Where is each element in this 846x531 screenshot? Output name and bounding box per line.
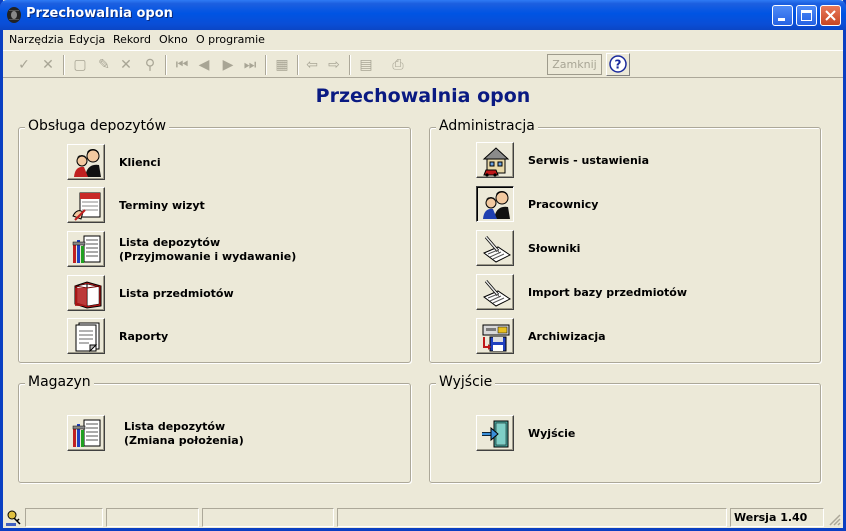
toolbar-separator [63, 55, 65, 75]
menu-rekord[interactable]: Rekord [113, 33, 151, 46]
window-title: Przechowalnia opon [26, 6, 173, 21]
toolbar-separator [349, 55, 351, 75]
pracownicy-label: Pracownicy [528, 198, 599, 211]
title-bar[interactable]: Przechowalnia opon [0, 0, 846, 30]
app-window: Przechowalnia opon Narzędzia Edycja Reko… [0, 0, 846, 531]
dictionary-icon [483, 236, 511, 263]
cancel-tool-icon[interactable]: ✕ [37, 54, 59, 76]
pracownicy-button[interactable] [476, 186, 514, 222]
toolbar-separator [265, 55, 267, 75]
import-bazy-label: Import bazy przedmiotów [528, 286, 688, 299]
lista-depozytow-magazyn-label: Lista depozytów (Zmiana położenia) [124, 420, 244, 448]
calendar-icon [72, 192, 101, 221]
status-key-icon [6, 510, 21, 526]
close-icon [825, 10, 836, 21]
raporty-button[interactable] [67, 318, 105, 354]
group-administracja: Administracja Serwis - ustawienia Pracow… [429, 118, 821, 363]
status-bar: Wersja 1.40 [3, 506, 843, 528]
menu-narzedzia[interactable]: Narzędzia [9, 33, 64, 46]
menu-o-programie[interactable]: O programie [196, 33, 265, 46]
lista-depozytow-magazyn-line1: Lista depozytów [124, 420, 226, 433]
page-title: Przechowalnia opon [315, 85, 531, 107]
exit-door-icon [482, 420, 509, 448]
import-bazy-button[interactable] [476, 274, 514, 310]
deposit-list-icon [72, 419, 101, 447]
klienci-button[interactable] [67, 144, 105, 180]
raporty-label: Raporty [119, 330, 169, 343]
group-magazyn: Magazyn Lista depozytów (Zmiana położenia… [18, 374, 411, 483]
group-title: Magazyn [25, 374, 94, 390]
close-window-button[interactable] [820, 5, 841, 26]
lista-depozytow-line2: (Przyjmowanie i wydawanie) [119, 250, 297, 263]
resize-grip-icon[interactable] [827, 512, 841, 526]
delete-record-icon[interactable]: ✕ [115, 54, 137, 76]
terminy-wizyt-button[interactable] [67, 187, 105, 223]
new-record-icon[interactable]: ▢ [69, 54, 91, 76]
app-icon [7, 7, 21, 23]
status-version: Wersja 1.40 [730, 508, 824, 527]
wyjscie-label: Wyjście [528, 427, 576, 440]
lista-przedmiotow-label: Lista przedmiotów [119, 287, 234, 300]
last-record-icon[interactable]: ⏭ [239, 54, 261, 76]
print-icon[interactable]: ⎙ [387, 54, 409, 76]
archiwizacja-button[interactable] [476, 318, 514, 354]
menu-edycja[interactable]: Edycja [69, 33, 105, 46]
maximize-icon [801, 10, 812, 21]
toolbar: ✓ ✕ ▢ ✎ ✕ ⚲ ⏮ ◀ ▶ ⏭ ▦ ⇦ ⇨ ▤ ⎙ Zamknij ? [3, 50, 843, 78]
maximize-button[interactable] [796, 5, 817, 26]
lista-depozytow-magazyn-button[interactable] [67, 415, 105, 451]
next-record-icon[interactable]: ▶ [217, 54, 239, 76]
help-icon: ? [609, 55, 627, 73]
status-cell-4 [337, 508, 727, 527]
forward-arrow-icon[interactable]: ⇨ [323, 54, 345, 76]
lista-depozytow-label: Lista depozytów (Przyjmowanie i wydawanie… [119, 236, 296, 264]
reports-icon [75, 322, 100, 353]
employees-icon [483, 191, 510, 219]
toolbar-separator [165, 55, 167, 75]
edit-record-icon[interactable]: ✎ [93, 54, 115, 76]
lista-depozytow-button[interactable] [67, 231, 105, 267]
serwis-ustawienia-button[interactable] [476, 142, 514, 178]
slowniki-button[interactable] [476, 230, 514, 266]
group-wyjscie: Wyjście Wyjście [429, 374, 821, 483]
minimize-button[interactable] [772, 5, 793, 26]
clients-icon [74, 149, 101, 177]
grid-view-icon[interactable]: ▦ [271, 54, 293, 76]
menu-okno[interactable]: Okno [159, 33, 188, 46]
close-form-button[interactable]: Zamknij [547, 54, 602, 75]
preview-icon[interactable]: ▤ [355, 54, 377, 76]
serwis-ustawienia-label: Serwis - ustawienia [528, 154, 649, 167]
deposit-list-icon [72, 235, 101, 263]
lista-depozytow-line1: Lista depozytów [119, 236, 221, 249]
find-icon[interactable]: ⚲ [139, 54, 161, 76]
prev-record-icon[interactable]: ◀ [193, 54, 215, 76]
svg-text:?: ? [615, 58, 622, 72]
slowniki-label: Słowniki [528, 242, 581, 255]
help-button[interactable]: ? [606, 53, 630, 76]
toolbar-separator [297, 55, 299, 75]
archive-icon [482, 324, 510, 352]
terminy-wizyt-label: Terminy wizyt [119, 199, 205, 212]
status-cell-1 [25, 508, 103, 527]
group-obsluga-depozytow: Obsługa depozytów Klienci Terminy wizyt … [18, 118, 411, 363]
back-arrow-icon[interactable]: ⇦ [301, 54, 323, 76]
status-cell-3 [202, 508, 334, 527]
wyjscie-button[interactable] [476, 415, 514, 451]
group-title: Administracja [436, 118, 538, 134]
book-icon [74, 281, 102, 309]
minimize-icon [778, 18, 785, 21]
lista-przedmiotow-button[interactable] [67, 275, 105, 311]
import-icon [483, 280, 511, 307]
archiwizacja-label: Archiwizacja [528, 330, 606, 343]
lista-depozytow-magazyn-line2: (Zmiana położenia) [124, 434, 244, 447]
klienci-label: Klienci [119, 156, 161, 169]
group-title: Wyjście [436, 374, 496, 390]
group-title: Obsługa depozytów [25, 118, 170, 134]
status-cell-2 [106, 508, 199, 527]
house-car-icon [482, 147, 510, 177]
ok-tool-icon[interactable]: ✓ [13, 54, 35, 76]
menu-bar: Narzędzia Edycja Rekord Okno O programie [3, 30, 843, 50]
first-record-icon[interactable]: ⏮ [171, 54, 193, 76]
